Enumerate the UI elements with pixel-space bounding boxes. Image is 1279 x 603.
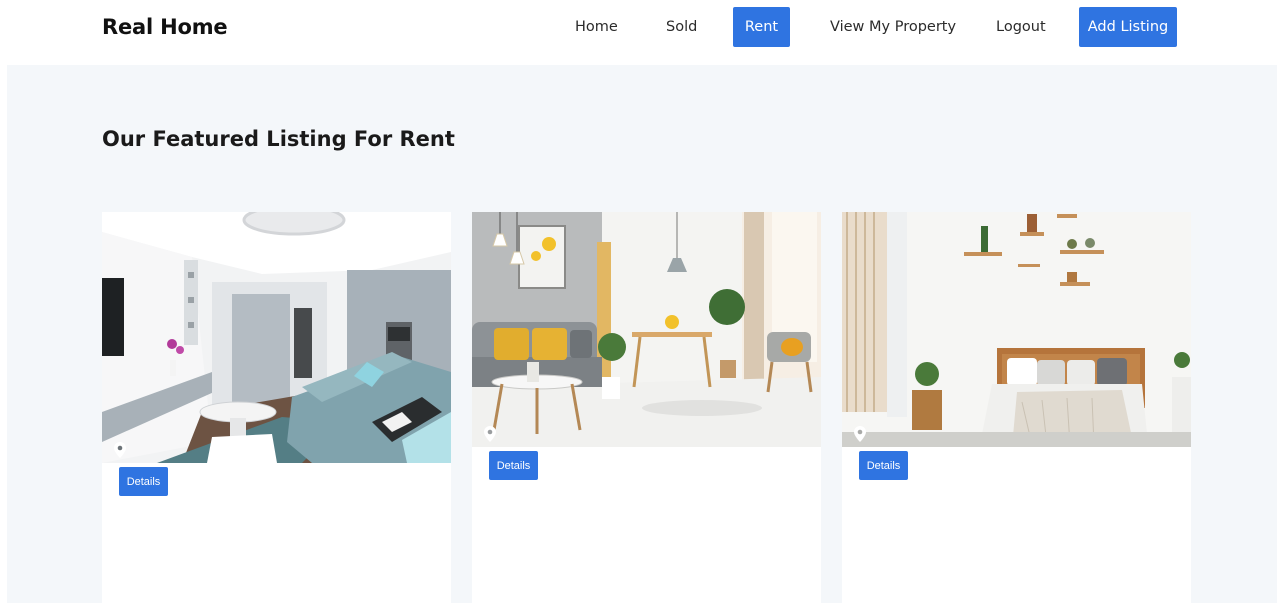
location-pin-icon bbox=[484, 426, 496, 442]
listing-photo[interactable] bbox=[472, 212, 821, 447]
listing-card: Details bbox=[842, 212, 1191, 603]
listing-card: Details bbox=[472, 212, 821, 603]
details-button[interactable]: Details bbox=[119, 467, 168, 496]
listing-photo[interactable] bbox=[842, 212, 1191, 447]
location-pin-icon bbox=[854, 426, 866, 442]
brand-logo[interactable]: Real Home bbox=[102, 15, 228, 39]
nav-rent[interactable]: Rent bbox=[733, 7, 790, 47]
living-room-teal-sofa-photo bbox=[102, 212, 451, 463]
details-button[interactable]: Details bbox=[489, 451, 538, 480]
location-pin-icon bbox=[114, 442, 126, 458]
living-dining-room-yellow-cushions-photo bbox=[472, 212, 821, 447]
nav-view-my-property[interactable]: View My Property bbox=[830, 19, 956, 35]
details-button[interactable]: Details bbox=[859, 451, 908, 480]
nav-sold[interactable]: Sold bbox=[666, 19, 697, 35]
navbar: Real Home Home Sold Rent View My Propert… bbox=[0, 0, 1279, 65]
bedroom-wooden-bed-photo bbox=[842, 212, 1191, 447]
main-content: Our Featured Listing For Rent Details De… bbox=[7, 65, 1277, 603]
add-listing-button[interactable]: Add Listing bbox=[1079, 7, 1177, 47]
listing-card: Details bbox=[102, 212, 451, 603]
nav-logout[interactable]: Logout bbox=[996, 19, 1046, 35]
nav-home[interactable]: Home bbox=[575, 19, 618, 35]
listing-photo[interactable] bbox=[102, 212, 451, 463]
section-title: Our Featured Listing For Rent bbox=[102, 127, 455, 151]
